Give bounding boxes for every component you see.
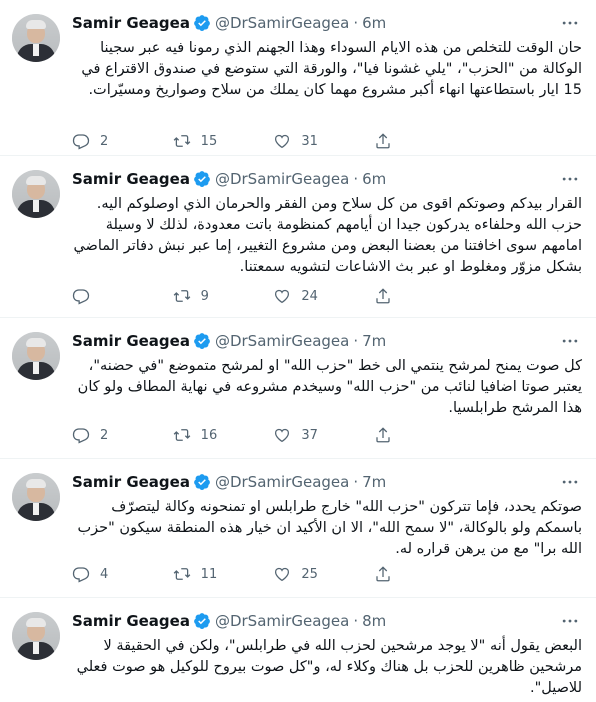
- like-count: 37: [301, 427, 318, 443]
- reply-icon: [72, 567, 90, 583]
- verified-badge-icon: [194, 171, 210, 187]
- avatar[interactable]: [12, 170, 60, 218]
- tweet[interactable]: Samir Geagea @DrSamirGeagea · 6m حان الو…: [0, 0, 596, 156]
- more-options-icon[interactable]: [560, 13, 580, 33]
- like-count: 24: [301, 288, 318, 304]
- like-count: 31: [301, 133, 318, 149]
- avatar[interactable]: [12, 612, 60, 660]
- retweet-icon: [173, 568, 190, 580]
- retweet-button[interactable]: 9: [173, 286, 274, 306]
- author-name[interactable]: Samir Geagea: [72, 473, 190, 491]
- tweet-header: Samir Geagea @DrSamirGeagea · 7m: [72, 330, 386, 352]
- tweet[interactable]: Samir Geagea @DrSamirGeagea · 6m القرار …: [0, 156, 596, 318]
- separator-dot: ·: [353, 473, 359, 491]
- share-button[interactable]: [374, 564, 402, 584]
- like-count: 25: [301, 566, 318, 582]
- tweet-actions: 2 15 31: [72, 131, 402, 151]
- retweet-count: 15: [200, 133, 218, 149]
- author-handle[interactable]: @DrSamirGeagea: [215, 14, 349, 32]
- tweet-text: القرار بيدكم وصوتكم اقوى من كل سلاح ومن …: [73, 196, 582, 275]
- share-icon: [376, 133, 390, 149]
- tweet-actions: 2 16 37: [72, 425, 402, 445]
- retweet-button[interactable]: 16: [173, 425, 274, 445]
- separator-dot: ·: [353, 612, 359, 630]
- retweet-count: 11: [200, 566, 218, 582]
- verified-badge-icon: [194, 613, 210, 629]
- share-icon: [376, 566, 390, 582]
- like-button[interactable]: 37: [273, 425, 374, 445]
- like-button[interactable]: 24: [273, 286, 374, 306]
- reply-button[interactable]: 2: [72, 425, 173, 445]
- tweet-header: Samir Geagea @DrSamirGeagea · 7m: [72, 471, 386, 493]
- author-name[interactable]: Samir Geagea: [72, 170, 190, 188]
- reply-count: 4: [100, 566, 109, 582]
- tweet-text: حان الوقت للتخلص من هذه الايام السوداء و…: [81, 40, 582, 98]
- verified-badge-icon: [194, 333, 210, 349]
- more-options-icon[interactable]: [560, 611, 580, 631]
- tweet-time[interactable]: 6m: [362, 14, 386, 32]
- tweet-time[interactable]: 7m: [362, 332, 386, 350]
- author-name[interactable]: Samir Geagea: [72, 612, 190, 630]
- tweet-text: كل صوت يمنح لمرشح ينتمي الى خط "حزب الله…: [77, 358, 582, 416]
- verified-badge-icon: [194, 15, 210, 31]
- retweet-button[interactable]: 11: [173, 564, 274, 584]
- tweet[interactable]: Samir Geagea @DrSamirGeagea · 7m كل صوت …: [0, 318, 596, 459]
- author-handle[interactable]: @DrSamirGeagea: [215, 612, 349, 630]
- author-name[interactable]: Samir Geagea: [72, 14, 190, 32]
- author-handle[interactable]: @DrSamirGeagea: [215, 473, 349, 491]
- separator-dot: ·: [353, 332, 359, 350]
- tweet-header: Samir Geagea @DrSamirGeagea · 6m: [72, 12, 386, 34]
- reply-button[interactable]: [72, 286, 173, 306]
- share-button[interactable]: [374, 131, 402, 151]
- tweet-text: البعض يقول أنه "لا يوجد مرشحين لحزب الله…: [76, 638, 582, 696]
- share-button[interactable]: [374, 425, 402, 445]
- tweet-header: Samir Geagea @DrSamirGeagea · 8m: [72, 610, 386, 632]
- reply-button[interactable]: 4: [72, 564, 173, 584]
- tweet-header: Samir Geagea @DrSamirGeagea · 6m: [72, 168, 386, 190]
- tweet-time[interactable]: 8m: [362, 612, 386, 630]
- reply-count: 2: [100, 133, 109, 149]
- like-button[interactable]: 25: [273, 564, 374, 584]
- retweet-count: 16: [200, 427, 218, 443]
- avatar[interactable]: [12, 473, 60, 521]
- more-options-icon[interactable]: [560, 331, 580, 351]
- like-button[interactable]: 31: [273, 131, 374, 151]
- reply-icon: [72, 428, 90, 444]
- separator-dot: ·: [353, 170, 359, 188]
- verified-badge-icon: [194, 474, 210, 490]
- reply-count: 2: [100, 427, 109, 443]
- tweet[interactable]: Samir Geagea @DrSamirGeagea · 8m البعض ي…: [0, 598, 596, 702]
- retweet-button[interactable]: 15: [173, 131, 274, 151]
- separator-dot: ·: [353, 14, 359, 32]
- avatar[interactable]: [12, 14, 60, 62]
- author-handle[interactable]: @DrSamirGeagea: [215, 170, 349, 188]
- tweet[interactable]: Samir Geagea @DrSamirGeagea · 7m صوتكم ي…: [0, 459, 596, 598]
- more-options-icon[interactable]: [560, 472, 580, 492]
- share-button[interactable]: [374, 286, 402, 306]
- avatar[interactable]: [12, 332, 60, 380]
- tweet-actions: 4 11 25: [72, 564, 402, 584]
- retweet-count: 9: [200, 288, 209, 304]
- more-options-icon[interactable]: [560, 169, 580, 189]
- tweet-actions: 9 24: [72, 286, 402, 306]
- like-icon: [275, 567, 290, 582]
- reply-icon: [72, 289, 90, 305]
- tweet-time[interactable]: 7m: [362, 473, 386, 491]
- tweet-text: صوتكم يحدد، فإما تتركون "حزب الله" خارج …: [77, 499, 582, 557]
- author-name[interactable]: Samir Geagea: [72, 332, 190, 350]
- like-icon: [275, 428, 290, 443]
- like-icon: [275, 134, 290, 149]
- retweet-icon: [173, 135, 190, 147]
- share-icon: [376, 427, 390, 443]
- reply-icon: [72, 134, 90, 150]
- reply-button[interactable]: 2: [72, 131, 173, 151]
- tweet-time[interactable]: 6m: [362, 170, 386, 188]
- author-handle[interactable]: @DrSamirGeagea: [215, 332, 349, 350]
- share-icon: [376, 288, 390, 304]
- like-icon: [275, 289, 290, 304]
- retweet-icon: [173, 290, 190, 302]
- tweet-feed: Samir Geagea @DrSamirGeagea · 6m حان الو…: [0, 0, 596, 702]
- retweet-icon: [173, 429, 190, 441]
